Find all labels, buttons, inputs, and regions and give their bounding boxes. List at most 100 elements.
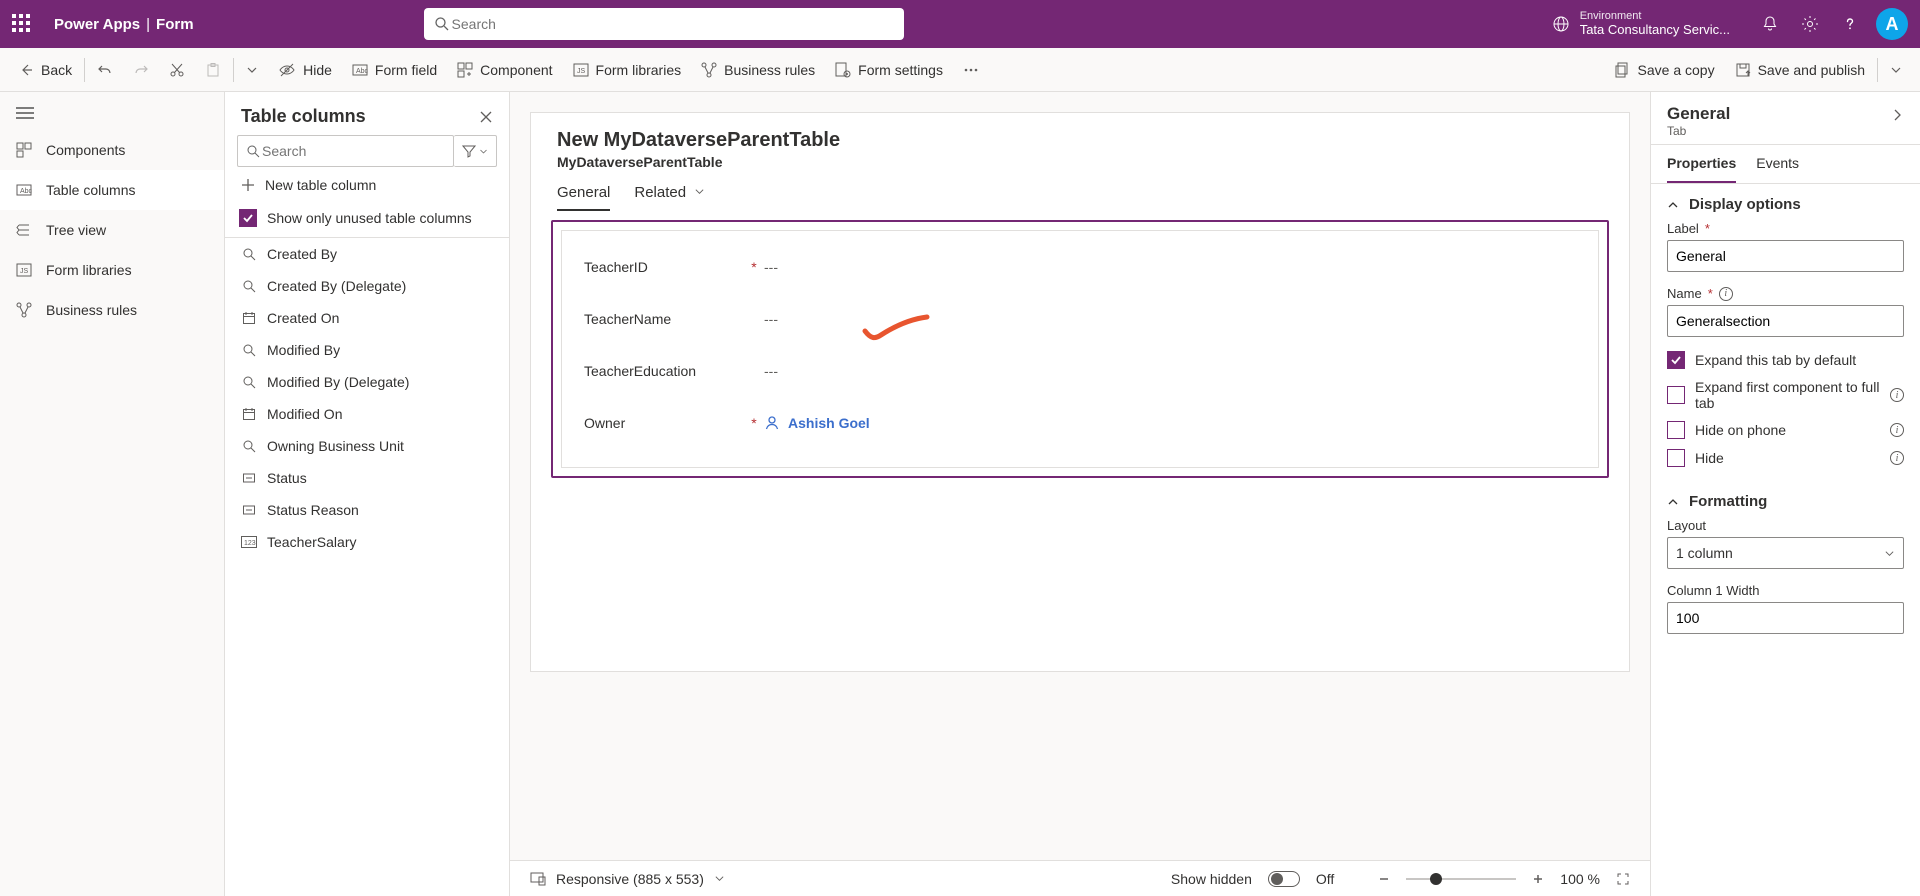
search-icon bbox=[246, 144, 260, 158]
column-item[interactable]: Created By (Delegate) bbox=[225, 270, 509, 302]
notifications-icon[interactable] bbox=[1750, 0, 1790, 48]
cut-button[interactable] bbox=[159, 48, 195, 91]
form-field-teacherid[interactable]: TeacherID*--- bbox=[584, 241, 1576, 293]
column-width-input[interactable] bbox=[1667, 602, 1904, 634]
info-icon[interactable]: i bbox=[1890, 388, 1904, 402]
globe-icon bbox=[1552, 15, 1570, 33]
info-icon[interactable]: i bbox=[1890, 423, 1904, 437]
form-field-owner[interactable]: Owner * Ashish Goel bbox=[584, 397, 1576, 449]
tab-related[interactable]: Related bbox=[634, 184, 705, 211]
zoom-slider[interactable] bbox=[1406, 878, 1516, 880]
hide-phone-checkbox[interactable] bbox=[1667, 421, 1685, 439]
settings-icon[interactable] bbox=[1790, 0, 1830, 48]
new-table-column-button[interactable]: New table column bbox=[225, 167, 509, 203]
save-copy-button[interactable]: Save a copy bbox=[1605, 48, 1725, 91]
accordion-display-options[interactable]: Display options bbox=[1667, 196, 1904, 213]
chevron-down-icon[interactable] bbox=[714, 873, 725, 884]
rail-components[interactable]: Components bbox=[0, 130, 224, 170]
owner-value[interactable]: Ashish Goel bbox=[764, 415, 870, 431]
expand-first-checkbox[interactable] bbox=[1667, 386, 1685, 404]
back-button[interactable]: Back bbox=[8, 48, 82, 91]
hide-button[interactable]: Hide bbox=[268, 48, 342, 91]
column-item[interactable]: Created By bbox=[225, 238, 509, 270]
name-input[interactable] bbox=[1667, 305, 1904, 337]
zoom-in-icon[interactable] bbox=[1532, 873, 1544, 885]
info-icon[interactable]: i bbox=[1719, 287, 1733, 301]
panel-close-button[interactable] bbox=[479, 110, 493, 124]
layout-select[interactable]: 1 column bbox=[1667, 537, 1904, 569]
global-search-input[interactable] bbox=[450, 15, 894, 33]
form-settings-button[interactable]: Form settings bbox=[825, 48, 953, 91]
column-item[interactable]: Modified By (Delegate) bbox=[225, 366, 509, 398]
show-unused-checkbox[interactable] bbox=[239, 209, 257, 227]
props-tab-events[interactable]: Events bbox=[1756, 145, 1799, 183]
undo-button[interactable] bbox=[87, 48, 123, 91]
props-expand-button[interactable] bbox=[1890, 104, 1904, 122]
zoom-out-icon[interactable] bbox=[1378, 873, 1390, 885]
chevron-dropdown[interactable] bbox=[236, 48, 268, 91]
rail-tree-view[interactable]: Tree view bbox=[0, 210, 224, 250]
column-filter-button[interactable] bbox=[454, 135, 497, 167]
form-field-teachereducation[interactable]: TeacherEducation --- bbox=[584, 345, 1576, 397]
form-field-button[interactable]: Abc Form field bbox=[342, 48, 447, 91]
save-publish-icon bbox=[1735, 62, 1751, 78]
hide-phone-row[interactable]: Hide on phone i bbox=[1667, 421, 1904, 439]
column-search-input[interactable] bbox=[260, 142, 445, 160]
column-item[interactable]: Owning Business Unit bbox=[225, 430, 509, 462]
hide-checkbox[interactable] bbox=[1667, 449, 1685, 467]
info-icon[interactable]: i bbox=[1890, 451, 1904, 465]
save-publish-chevron[interactable] bbox=[1880, 48, 1912, 91]
component-button[interactable]: Component bbox=[447, 48, 562, 91]
form-card[interactable]: New MyDataverseParentTable MyDataversePa… bbox=[530, 112, 1630, 672]
expand-default-row[interactable]: Expand this tab by default bbox=[1667, 351, 1904, 369]
column-item[interactable]: Modified On bbox=[225, 398, 509, 430]
column-item[interactable]: 123TeacherSalary bbox=[225, 526, 509, 558]
waffle-icon[interactable] bbox=[12, 14, 32, 34]
field-value[interactable]: --- bbox=[764, 363, 778, 379]
rail-business-rules[interactable]: Business rules bbox=[0, 290, 224, 330]
svg-text:123: 123 bbox=[244, 540, 256, 547]
left-rail: Components Abc Table columns Tree view J… bbox=[0, 92, 225, 896]
expand-first-row[interactable]: Expand first component to full tab i bbox=[1667, 379, 1904, 411]
tab-general[interactable]: General bbox=[557, 184, 610, 211]
hamburger-icon bbox=[16, 106, 34, 120]
hide-row[interactable]: Hide i bbox=[1667, 449, 1904, 467]
field-value[interactable]: --- bbox=[764, 259, 778, 275]
column-search[interactable] bbox=[237, 135, 454, 167]
field-label: TeacherName bbox=[584, 311, 744, 327]
expand-default-checkbox[interactable] bbox=[1667, 351, 1685, 369]
field-label: TeacherEducation bbox=[584, 363, 744, 379]
rail-collapse-button[interactable] bbox=[0, 96, 224, 130]
form-libraries-button[interactable]: JS Form libraries bbox=[563, 48, 692, 91]
paste-button[interactable] bbox=[195, 48, 231, 91]
form-title: New MyDataverseParentTable bbox=[557, 129, 1603, 152]
column-item[interactable]: Status bbox=[225, 462, 509, 494]
form-field-teachername[interactable]: TeacherName --- bbox=[584, 293, 1576, 345]
help-icon[interactable] bbox=[1830, 0, 1870, 48]
label-input[interactable] bbox=[1667, 240, 1904, 272]
required-mark: * bbox=[744, 259, 764, 275]
redo-button[interactable] bbox=[123, 48, 159, 91]
fit-icon[interactable] bbox=[1616, 872, 1630, 886]
form-field-icon: Abc bbox=[352, 63, 368, 77]
rail-table-columns[interactable]: Abc Table columns bbox=[0, 170, 224, 210]
business-rules-button[interactable]: Business rules bbox=[691, 48, 825, 91]
save-publish-button[interactable]: Save and publish bbox=[1725, 48, 1875, 91]
field-value[interactable]: --- bbox=[764, 311, 778, 327]
overflow-button[interactable] bbox=[953, 48, 989, 91]
column-item[interactable]: Status Reason bbox=[225, 494, 509, 526]
form-settings-icon bbox=[835, 62, 851, 78]
props-tab-properties[interactable]: Properties bbox=[1667, 145, 1736, 183]
responsive-label[interactable]: Responsive (885 x 553) bbox=[556, 871, 704, 887]
column-item[interactable]: Modified By bbox=[225, 334, 509, 366]
selected-section[interactable]: TeacherID*---TeacherName---TeacherEducat… bbox=[551, 220, 1609, 478]
show-unused-checkbox-row[interactable]: Show only unused table columns bbox=[225, 203, 509, 237]
accordion-formatting[interactable]: Formatting bbox=[1667, 493, 1904, 510]
environment-picker[interactable]: Environment Tata Consultancy Servic... bbox=[1552, 10, 1730, 38]
column-item[interactable]: Created On bbox=[225, 302, 509, 334]
global-search[interactable] bbox=[424, 8, 904, 40]
user-avatar[interactable]: A bbox=[1876, 8, 1908, 40]
chevron-down-icon bbox=[479, 147, 488, 156]
rail-form-libraries[interactable]: JS Form libraries bbox=[0, 250, 224, 290]
show-hidden-toggle[interactable] bbox=[1268, 871, 1300, 887]
